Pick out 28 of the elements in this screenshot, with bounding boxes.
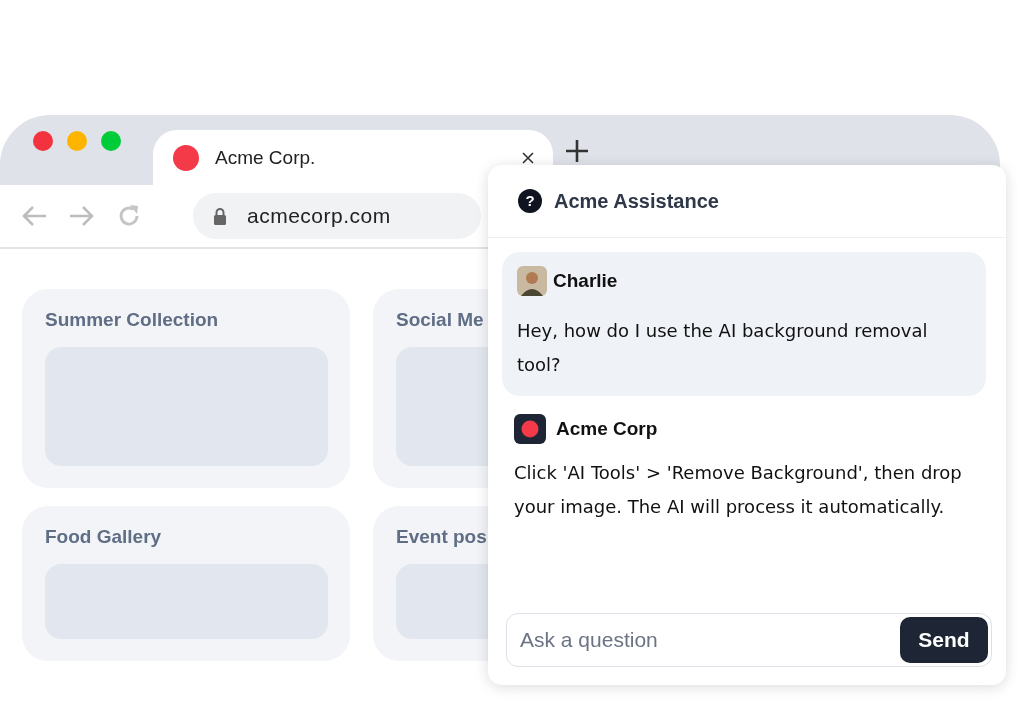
message-text: Hey, how do I use the AI background removal tool? [517,319,929,377]
help-icon: ? [518,189,542,213]
card-title: Food Gallery [45,526,162,548]
browser-tab[interactable]: Acme Corp. [153,130,553,185]
tab-title: Acme Corp. [215,146,317,169]
send-button[interactable]: Send [900,617,988,663]
back-icon[interactable] [20,204,48,228]
collection-card[interactable]: Summer Collection [22,289,350,488]
favicon-icon [173,144,199,171]
card-title: Summer Collection [45,309,219,331]
address-bar[interactable]: acmecorp.com [193,193,481,239]
close-window-button[interactable] [33,130,53,151]
avatar-icon [517,266,547,296]
logo-icon [514,414,546,444]
lock-icon [213,207,227,225]
collection-card[interactable]: Food Gallery [22,506,350,661]
new-tab-icon[interactable] [565,139,589,163]
forward-icon[interactable] [68,204,96,228]
card-title: Social Me [396,309,484,331]
close-icon[interactable] [521,150,535,165]
maximize-window-button[interactable] [101,130,121,151]
author-name: Charlie [553,270,618,292]
card-title: Event pos [396,526,487,548]
minimize-window-button[interactable] [67,130,87,151]
chat-title: Acme Assistance [554,189,719,213]
message-text: Click 'AI Tools' > 'Remove Background', then drop your image. The AI will process it automatically. [514,461,963,519]
question-field[interactable]: Ask a question Send [506,613,992,667]
author-name: Acme Corp [556,418,658,440]
